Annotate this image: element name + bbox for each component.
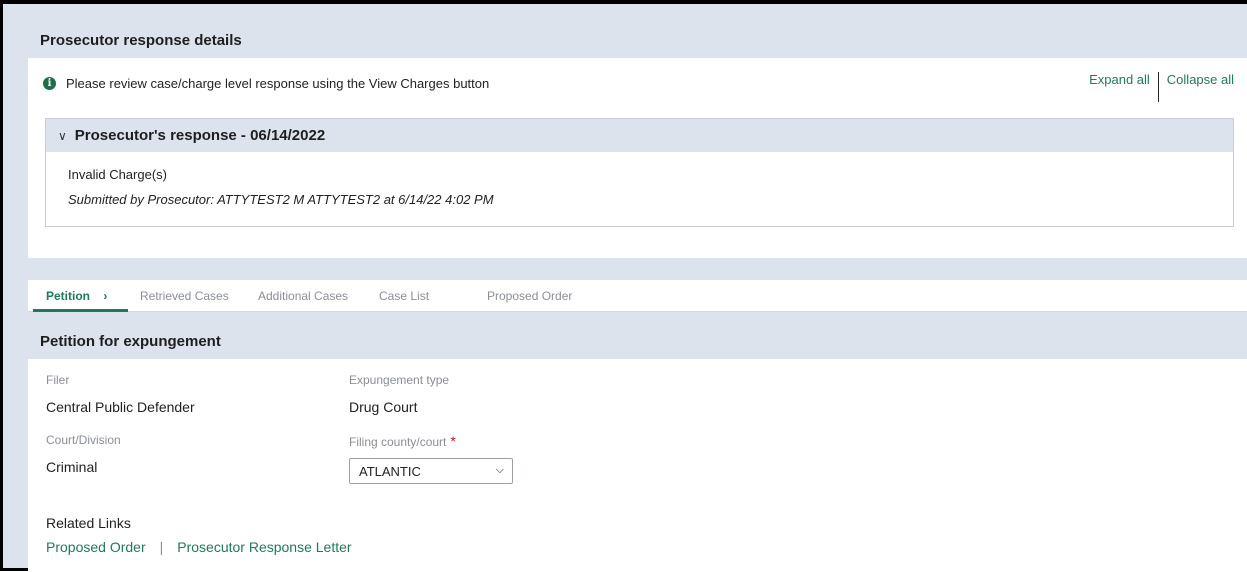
court-division-label: Court/Division [46, 433, 121, 447]
tab-case-list[interactable]: Case List [379, 289, 429, 303]
info-icon: i [43, 77, 56, 90]
active-tab-indicator [33, 309, 128, 312]
expand-all-link[interactable]: Expand all [1089, 72, 1150, 87]
tab-petition[interactable]: Petition › [46, 289, 107, 303]
tab-petition-label: Petition [46, 289, 90, 303]
tab-proposed-order[interactable]: Proposed Order [487, 289, 572, 303]
filer-value: Central Public Defender [46, 399, 195, 415]
court-division-value: Criminal [46, 459, 98, 475]
response-panel-body: i Please review case/charge level respon… [28, 58, 1247, 258]
expand-collapse-controls: Expand all Collapse all [1089, 72, 1234, 102]
info-message: i Please review case/charge level respon… [43, 76, 489, 91]
tab-additional-cases[interactable]: Additional Cases [258, 289, 348, 303]
response-status: Invalid Charge(s) [68, 167, 167, 182]
info-text: Please review case/charge level response… [66, 76, 490, 91]
prosecutor-response-section: ∨ Prosecutor's response - 06/14/2022 Inv… [45, 118, 1234, 227]
prosecutor-response-letter-link[interactable]: Prosecutor Response Letter [177, 539, 351, 555]
chevron-down-icon: ⌵ [495, 464, 504, 476]
tab-retrieved-cases[interactable]: Retrieved Cases [140, 289, 229, 303]
expungement-type-value: Drug Court [349, 399, 418, 415]
filer-label: Filer [46, 373, 70, 387]
petition-body: Filer Central Public Defender Expungemen… [28, 359, 1247, 572]
petition-header: Petition for expungement [28, 325, 1247, 359]
required-asterisk: * [450, 433, 456, 449]
chevron-right-icon: › [103, 289, 108, 303]
proposed-order-link[interactable]: Proposed Order [46, 539, 146, 555]
app-frame: Prosecutor response details i Please rev… [0, 0, 1247, 572]
collapse-all-link[interactable]: Collapse all [1167, 72, 1234, 87]
link-separator: | [159, 539, 164, 555]
response-section-title: Prosecutor's response - 06/14/2022 [74, 127, 326, 144]
response-section-header[interactable]: ∨ Prosecutor's response - 06/14/2022 [46, 119, 1233, 152]
related-links: Proposed Order | Prosecutor Response Let… [46, 539, 352, 555]
expungement-type-label: Expungement type [349, 373, 450, 387]
related-links-title: Related Links [46, 515, 131, 531]
response-panel-title: Prosecutor response details [40, 32, 242, 49]
chevron-down-icon: ∨ [58, 128, 67, 143]
filing-county-select[interactable]: ATLANTIC ⌵ [349, 458, 513, 484]
petition-title: Petition for expungement [40, 333, 221, 350]
filing-county-label-text: Filing county/court [349, 435, 447, 449]
response-panel-header: Prosecutor response details [28, 24, 1247, 58]
link-divider [1157, 72, 1159, 102]
response-submitted-by: Submitted by Prosecutor: ATTYTEST2 M ATT… [68, 192, 494, 207]
tab-bar: Petition › Retrieved Cases Additional Ca… [28, 280, 1247, 312]
filing-county-label: Filing county/court * [349, 433, 456, 449]
filing-county-selected: ATLANTIC [359, 464, 421, 479]
